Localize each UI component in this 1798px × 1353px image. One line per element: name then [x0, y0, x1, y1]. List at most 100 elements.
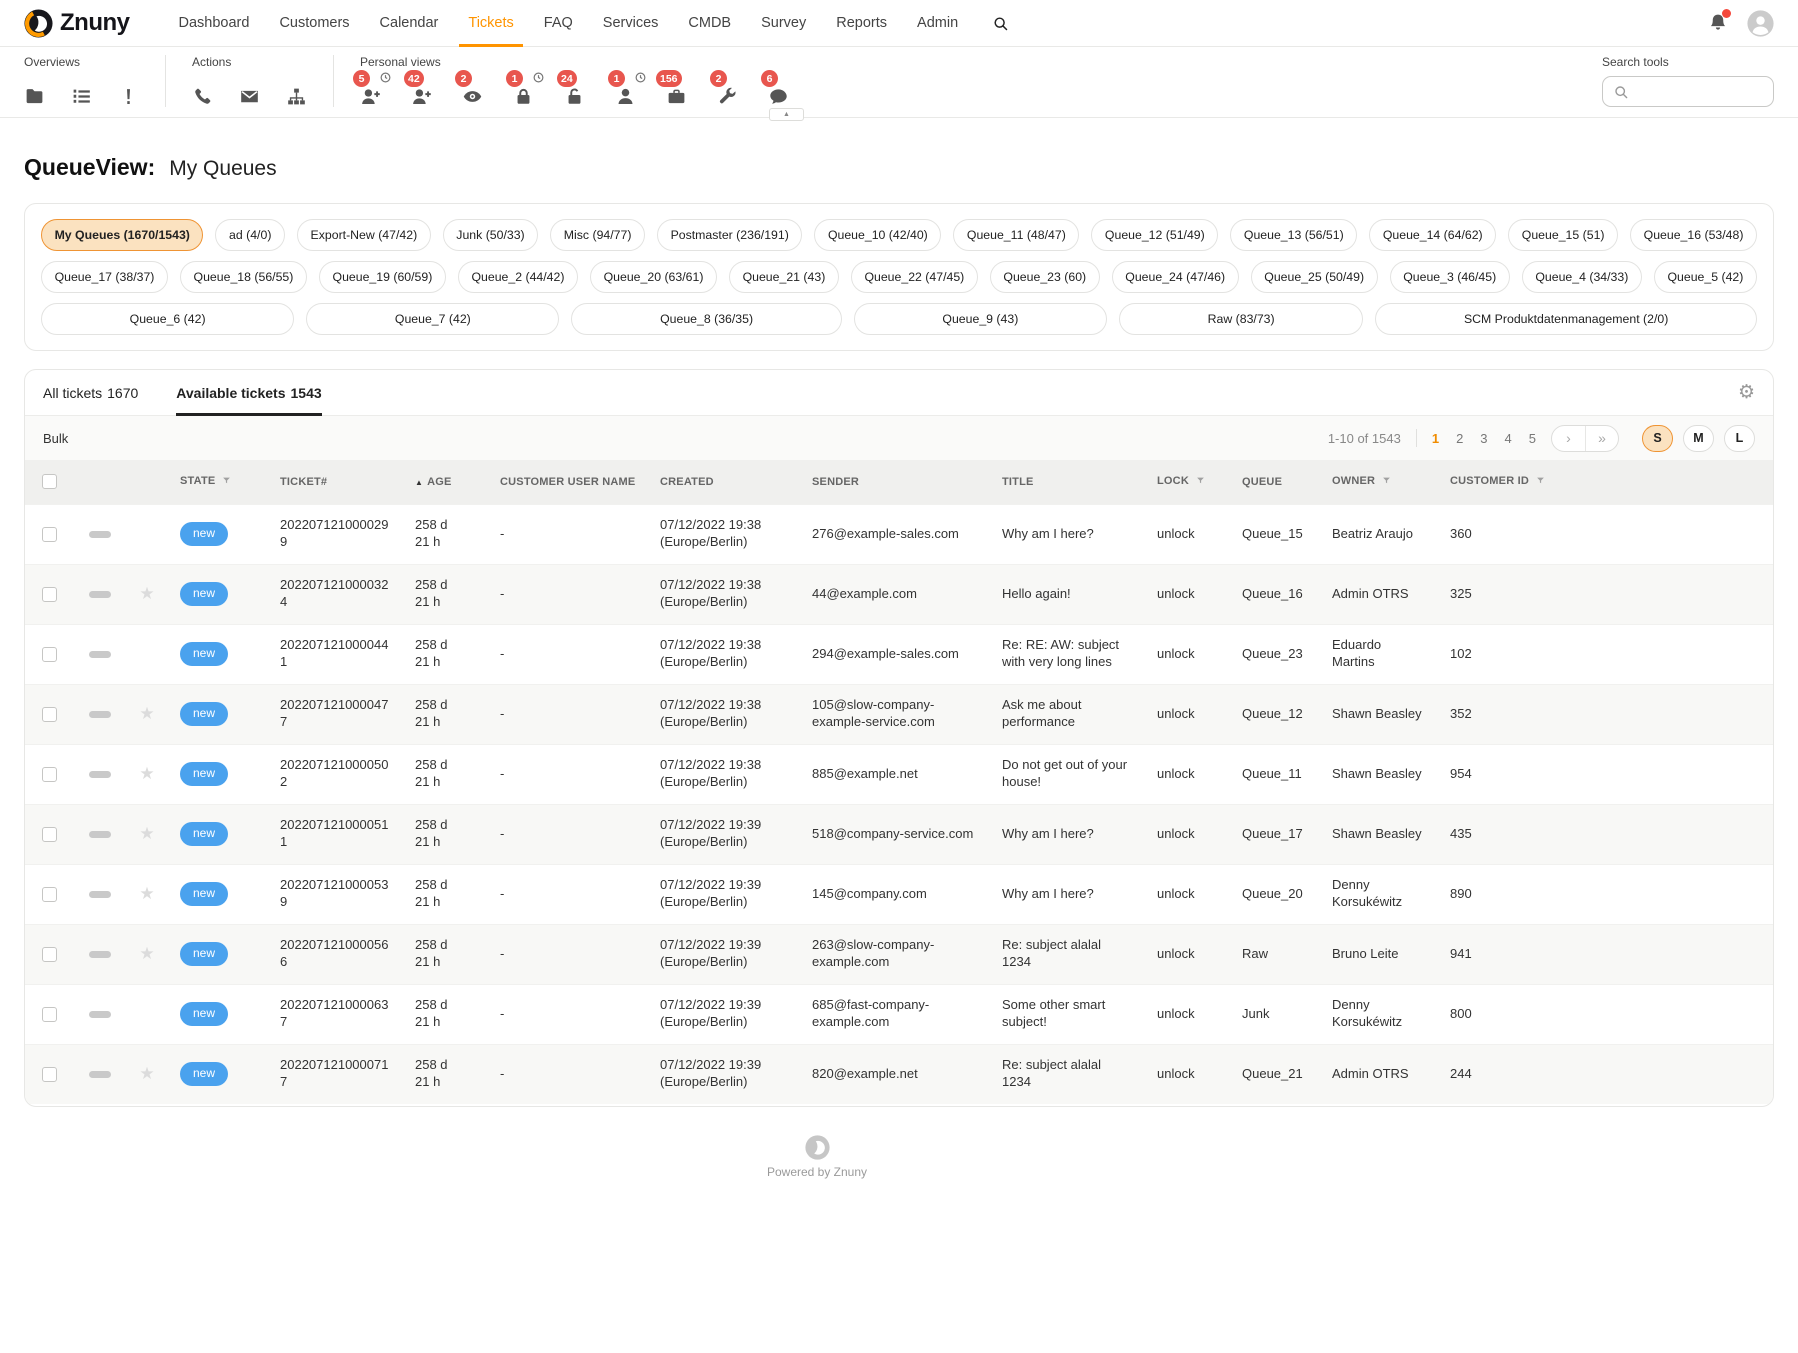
queue-filter-scm-produktdatenmanagement[interactable]: SCM Produktdatenmanagement (2/0)	[1375, 303, 1757, 335]
toolbar-item-wrench[interactable]: 2	[717, 78, 738, 107]
watch-star-icon[interactable]: ★	[139, 584, 154, 604]
ticket-row[interactable]: ★ new 2022071210000477 258 d21 h - 07/12…	[25, 684, 1773, 744]
queue-filter-queue-6[interactable]: Queue_6 (42)	[41, 303, 294, 335]
queue-filter-export-new[interactable]: Export-New (47/42)	[297, 219, 431, 251]
queue-filter-my-queues[interactable]: My Queues (1670/1543)	[41, 219, 203, 251]
row-checkbox[interactable]	[42, 527, 57, 542]
queue-filter-queue-24[interactable]: Queue_24 (47/46)	[1112, 261, 1239, 293]
filter-funnel-icon[interactable]	[1196, 476, 1205, 488]
watch-star-icon[interactable]: ★	[139, 704, 154, 724]
settings-gear-icon[interactable]: ⚙	[1738, 383, 1755, 402]
queue-filter-queue-21[interactable]: Queue_21 (43)	[729, 261, 839, 293]
queue-filter-queue-23[interactable]: Queue_23 (60)	[990, 261, 1100, 293]
bulk-button[interactable]: Bulk	[43, 431, 68, 446]
notifications-bell-icon[interactable]	[1707, 12, 1729, 34]
queue-filter-ad[interactable]: ad (4/0)	[215, 219, 285, 251]
avatar[interactable]	[1747, 10, 1774, 37]
nav-item-survey[interactable]: Survey	[746, 0, 821, 46]
queue-filter-postmaster[interactable]: Postmaster (236/191)	[657, 219, 802, 251]
nav-item-calendar[interactable]: Calendar	[365, 0, 454, 46]
toolbar-item-user-plus[interactable]: 42	[411, 78, 432, 107]
page-number[interactable]: 3	[1480, 431, 1487, 446]
toolbar-item-phone[interactable]	[192, 78, 213, 107]
toolbar-item-user-plus[interactable]: 5	[360, 78, 381, 107]
ticket-row[interactable]: ★ new 2022071210000324 258 d21 h - 07/12…	[25, 564, 1773, 624]
toolbar-item-eye[interactable]: 2	[462, 78, 483, 107]
ticket-row[interactable]: new 2022071210000637 258 d21 h - 07/12/2…	[25, 984, 1773, 1044]
toolbar-item-lock[interactable]: 1	[513, 78, 534, 107]
toolbar-item-folder[interactable]	[24, 78, 45, 107]
row-checkbox[interactable]	[42, 767, 57, 782]
row-checkbox[interactable]	[42, 707, 57, 722]
search-input[interactable]	[1636, 84, 1763, 99]
queue-filter-queue-3[interactable]: Queue_3 (46/45)	[1390, 261, 1510, 293]
toolbar-item-unlock[interactable]: 24	[564, 78, 585, 107]
queue-filter-queue-7[interactable]: Queue_7 (42)	[306, 303, 559, 335]
nav-item-tickets[interactable]: Tickets	[453, 0, 528, 46]
page-size-l[interactable]: L	[1724, 425, 1755, 452]
nav-item-cmdb[interactable]: CMDB	[673, 0, 746, 46]
row-checkbox[interactable]	[42, 947, 57, 962]
queue-filter-queue-18[interactable]: Queue_18 (56/55)	[180, 261, 307, 293]
toolbar-collapse-button[interactable]: ▲	[769, 108, 804, 121]
watch-star-icon[interactable]: ★	[139, 824, 154, 844]
queue-filter-queue-19[interactable]: Queue_19 (60/59)	[319, 261, 446, 293]
nav-item-reports[interactable]: Reports	[821, 0, 902, 46]
queue-filter-queue-11[interactable]: Queue_11 (48/47)	[953, 219, 1079, 251]
toolbar-item-list[interactable]	[71, 78, 92, 107]
watch-star-icon[interactable]: ★	[139, 764, 154, 784]
filter-funnel-icon[interactable]	[1382, 476, 1391, 488]
ticket-row[interactable]: ★ new 2022071210000717 258 d21 h - 07/12…	[25, 1044, 1773, 1104]
row-checkbox[interactable]	[42, 827, 57, 842]
toolbar-item-user[interactable]: 1	[615, 78, 636, 107]
filter-funnel-icon[interactable]	[1536, 476, 1545, 488]
toolbar-item-envelope[interactable]	[239, 78, 260, 107]
row-checkbox[interactable]	[42, 1007, 57, 1022]
queue-filter-queue-14[interactable]: Queue_14 (64/62)	[1369, 219, 1496, 251]
queue-filter-queue-12[interactable]: Queue_12 (51/49)	[1091, 219, 1218, 251]
queue-filter-junk[interactable]: Junk (50/33)	[443, 219, 538, 251]
page-number[interactable]: 5	[1529, 431, 1536, 446]
tab-all-tickets[interactable]: All tickets 1670	[43, 370, 138, 415]
watch-star-icon[interactable]: ★	[139, 944, 154, 964]
ticket-row[interactable]: ★ new 2022071210000511 258 d21 h - 07/12…	[25, 804, 1773, 864]
row-checkbox[interactable]	[42, 647, 57, 662]
nav-item-services[interactable]: Services	[588, 0, 674, 46]
page-size-m[interactable]: M	[1683, 425, 1714, 452]
nav-search-icon[interactable]	[977, 0, 1024, 46]
toolbar-item-sitemap[interactable]	[286, 78, 307, 107]
row-checkbox[interactable]	[42, 1067, 57, 1082]
watch-star-icon[interactable]: ★	[139, 884, 154, 904]
row-checkbox[interactable]	[42, 887, 57, 902]
ticket-row[interactable]: ★ new 2022071210000566 258 d21 h - 07/12…	[25, 924, 1773, 984]
tab-available-tickets[interactable]: Available tickets 1543	[176, 370, 321, 415]
ticket-row[interactable]: new 2022071210000299 258 d21 h - 07/12/2…	[25, 504, 1773, 564]
queue-filter-queue-15[interactable]: Queue_15 (51)	[1508, 219, 1618, 251]
nav-item-dashboard[interactable]: Dashboard	[164, 0, 265, 46]
queue-filter-queue-25[interactable]: Queue_25 (50/49)	[1251, 261, 1378, 293]
page-size-s[interactable]: S	[1642, 425, 1673, 452]
queue-filter-queue-17[interactable]: Queue_17 (38/37)	[41, 261, 168, 293]
filter-funnel-icon[interactable]	[222, 476, 231, 488]
queue-filter-queue-20[interactable]: Queue_20 (63/61)	[590, 261, 717, 293]
nav-item-customers[interactable]: Customers	[264, 0, 364, 46]
toolbar-item-briefcase[interactable]: 156	[666, 78, 687, 107]
page-number[interactable]: 1	[1432, 431, 1439, 446]
toolbar-item-exclamation[interactable]	[118, 78, 139, 107]
queue-filter-queue-5[interactable]: Queue_5 (42)	[1654, 261, 1757, 293]
queue-filter-queue-4[interactable]: Queue_4 (34/33)	[1522, 261, 1642, 293]
toolbar-item-comment[interactable]: 6	[768, 78, 789, 107]
queue-filter-queue-16[interactable]: Queue_16 (53/48)	[1630, 219, 1757, 251]
queue-filter-queue-13[interactable]: Queue_13 (56/51)	[1230, 219, 1357, 251]
last-page-button[interactable]: »	[1585, 426, 1618, 451]
queue-filter-queue-2[interactable]: Queue_2 (44/42)	[458, 261, 578, 293]
nav-item-faq[interactable]: FAQ	[529, 0, 588, 46]
select-all-checkbox[interactable]	[42, 474, 57, 489]
page-number[interactable]: 2	[1456, 431, 1463, 446]
queue-filter-queue-22[interactable]: Queue_22 (47/45)	[851, 261, 978, 293]
queue-filter-raw[interactable]: Raw (83/73)	[1119, 303, 1363, 335]
brand-logo[interactable]: Znuny	[24, 9, 130, 38]
nav-item-admin[interactable]: Admin	[902, 0, 973, 46]
queue-filter-queue-10[interactable]: Queue_10 (42/40)	[814, 219, 941, 251]
ticket-row[interactable]: new 2022071210000441 258 d21 h - 07/12/2…	[25, 624, 1773, 684]
